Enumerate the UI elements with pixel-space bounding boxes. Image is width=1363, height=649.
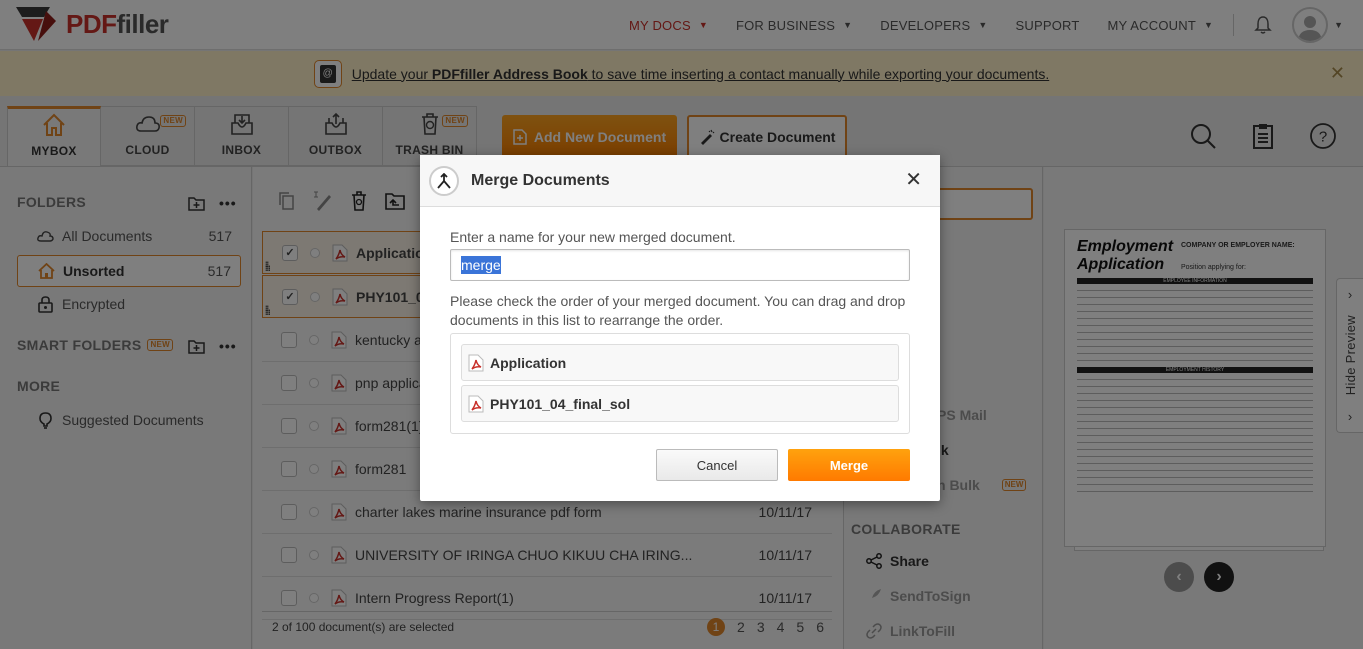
merge-list-item[interactable]: PHY101_04_final_sol [461,385,899,422]
cancel-button[interactable]: Cancel [656,449,778,481]
merge-button[interactable]: Merge [788,449,910,481]
name-label: Enter a name for your new merged documen… [450,229,736,245]
pdf-file-icon [468,354,484,371]
merge-documents-dialog: Merge Documents ✕ Enter a name for your … [420,155,940,501]
dialog-close-icon[interactable]: ✕ [905,170,922,190]
merge-order-list: Application PHY101_04_final_sol [450,333,910,434]
merged-name-input[interactable]: merge [450,249,910,281]
pdf-file-icon [468,395,484,412]
merge-list-item[interactable]: Application [461,344,899,381]
merge-item-name: PHY101_04_final_sol [490,395,631,412]
dialog-title: Merge Documents [471,171,610,189]
merge-item-name: Application [490,354,567,371]
merged-name-value: merge [461,256,501,274]
merge-icon [429,165,459,196]
dialog-header: Merge Documents ✕ [420,155,940,207]
order-help-text: Please check the order of your merged do… [450,293,906,328]
